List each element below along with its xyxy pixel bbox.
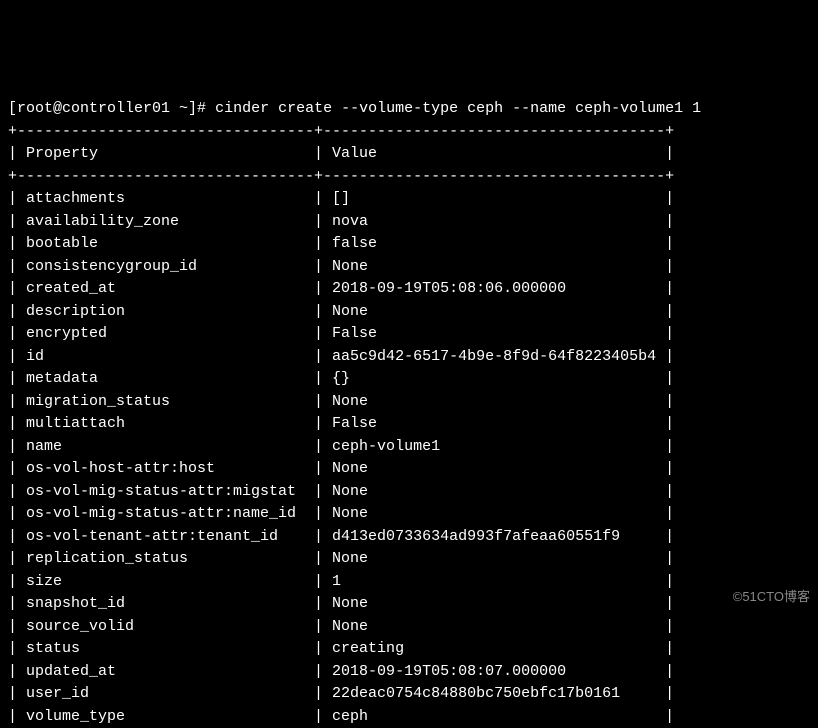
table-header-row: | Property | Value | — [8, 145, 674, 162]
watermark: ©51CTO博客 — [733, 587, 810, 607]
shell-prompt: [root@controller01 ~]# — [8, 100, 206, 117]
table-border-top: +---------------------------------+-----… — [8, 123, 674, 140]
table-body: | attachments | [] | | availability_zone… — [8, 190, 674, 725]
shell-command[interactable]: cinder create --volume-type ceph --name … — [215, 100, 701, 117]
table-border-mid: +---------------------------------+-----… — [8, 168, 674, 185]
